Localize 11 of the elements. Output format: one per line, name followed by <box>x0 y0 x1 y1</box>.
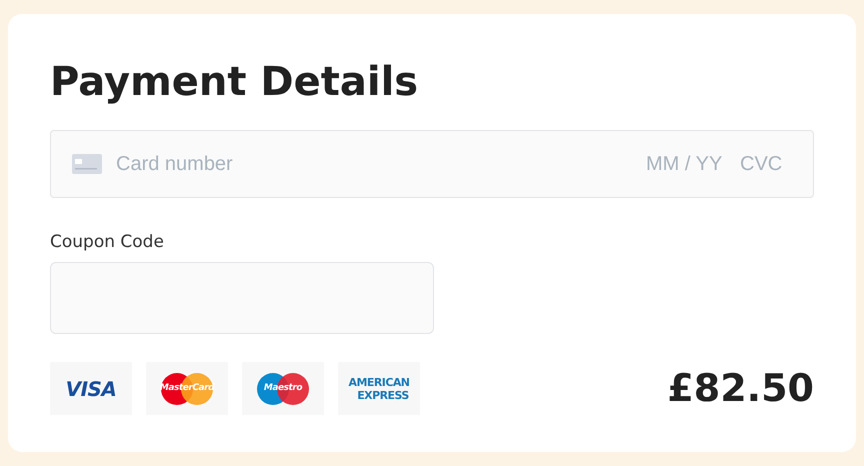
coupon-label: Coupon Code <box>50 231 165 254</box>
expiry-input[interactable]: MM / YY <box>646 149 730 179</box>
card-input-field[interactable]: Card number MM / YY CVC <box>50 130 814 198</box>
page-title: Payment Details <box>50 58 420 107</box>
cvc-input[interactable]: CVC <box>740 149 792 179</box>
total-price: £82.50 <box>667 365 814 412</box>
amex-logo: AMERICAN EXPRESS <box>348 376 410 402</box>
visa-logo: VISA <box>66 376 116 402</box>
card-number-input[interactable]: Card number <box>116 149 646 179</box>
coupon-input[interactable] <box>50 262 434 334</box>
credit-card-icon <box>72 154 102 174</box>
